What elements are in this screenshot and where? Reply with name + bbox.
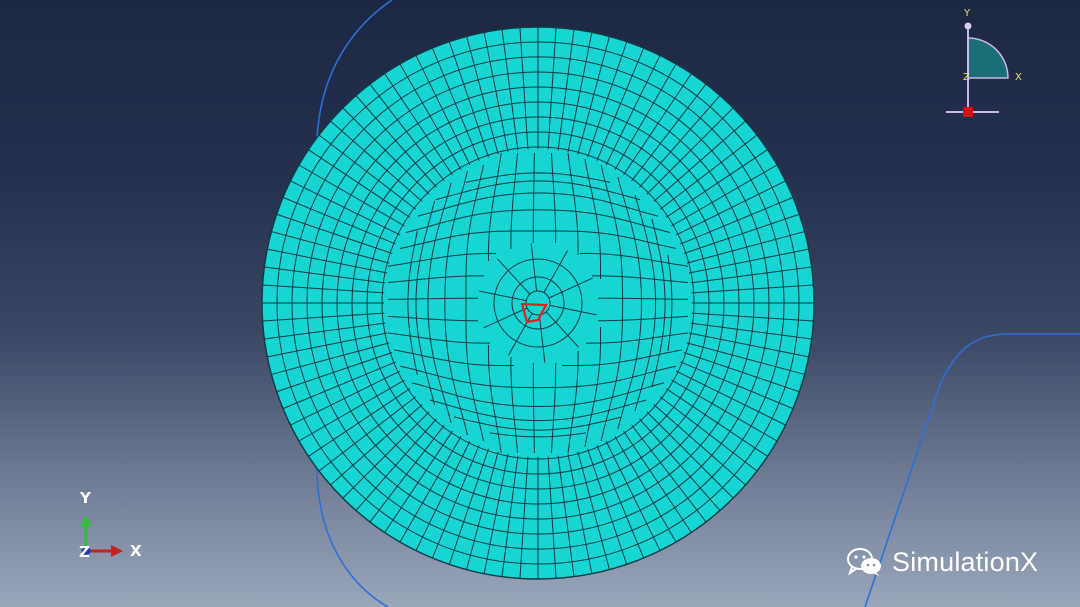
- x-axis-label: X: [130, 542, 142, 560]
- y-axis-label: Y: [79, 489, 92, 507]
- x-axis-arrow: [111, 545, 123, 557]
- triad-top-x-label: X: [1015, 72, 1022, 83]
- watermark: SimulationX: [846, 544, 1038, 580]
- coordinate-triad: Y X Z: [79, 489, 142, 561]
- wechat-icon: [847, 548, 881, 576]
- mesh-disk[interactable]: [261, 26, 815, 580]
- abaqus-viewport[interactable]: Y X Z Y X Z SimulationX: [0, 0, 1080, 607]
- view-triad-top-right: Y X Z: [946, 8, 1022, 117]
- viewport-scene: Y X Z Y X Z: [79, 0, 1080, 607]
- triad-top-y-label: Y: [963, 8, 971, 19]
- z-axis-label: Z: [79, 543, 90, 561]
- y-axis-arrow: [80, 515, 92, 526]
- triad-origin-marker: [963, 107, 973, 117]
- watermark-text: SimulationX: [892, 546, 1039, 577]
- triad-top-z-label: Z: [963, 72, 970, 83]
- triad-quadrant-icon: [967, 37, 1009, 79]
